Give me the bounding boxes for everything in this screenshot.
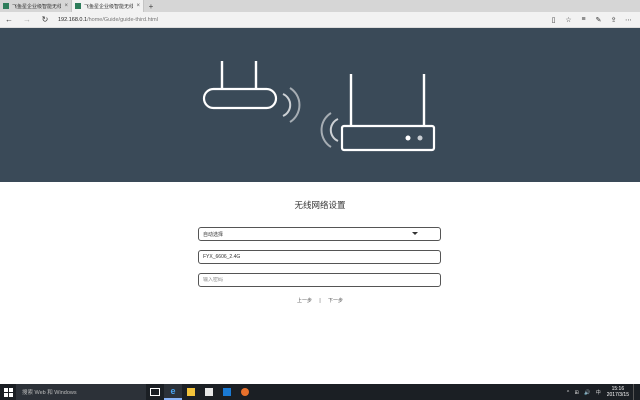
- app-icon: [223, 388, 231, 396]
- back-button[interactable]: ←: [0, 12, 18, 28]
- step-navigation: 上一步 | 下一步: [0, 297, 640, 304]
- share-button[interactable]: ⇪: [606, 12, 621, 28]
- tray-icons[interactable]: ^ ⊞ 🔊 中: [567, 389, 603, 396]
- back-icon: ←: [5, 15, 13, 24]
- more-icon: ⋯: [625, 16, 632, 24]
- taskbar: 搜索 Web 和 Windows e ^ ⊞ 🔊 中 15:16 2017/3/…: [0, 384, 640, 400]
- page-title: 无线网络设置: [294, 200, 346, 210]
- system-tray: ^ ⊞ 🔊 中 15:16 2017/3/15: [567, 384, 640, 400]
- firefox-icon: [241, 388, 249, 396]
- router-wifi-icon: [202, 61, 436, 152]
- file-explorer-taskbar-button[interactable]: [182, 384, 200, 400]
- prev-step-link[interactable]: 上一步: [297, 298, 312, 304]
- app-taskbar-button[interactable]: [218, 384, 236, 400]
- close-tab-icon[interactable]: ×: [133, 3, 143, 9]
- task-view-button[interactable]: [146, 384, 164, 400]
- select-value: 自动选择: [203, 231, 224, 238]
- tab-title: 飞鱼星企业级智能无线: [84, 3, 134, 10]
- hub-icon: ≡: [581, 16, 586, 23]
- reading-view-button[interactable]: ▯: [546, 12, 561, 28]
- start-button[interactable]: [0, 384, 16, 400]
- browser-tab-1[interactable]: 飞鱼星企业级智能无线 | 转 ×: [0, 0, 72, 12]
- site-favicon-icon: [3, 3, 9, 9]
- hub-button[interactable]: ≡: [576, 12, 591, 28]
- edge-taskbar-button[interactable]: e: [164, 384, 182, 400]
- notes-button[interactable]: ✎: [591, 12, 606, 28]
- url-path: /home/Guide/guide-third.html: [87, 16, 158, 23]
- tab-title: 飞鱼星企业级智能无线 | 转: [12, 3, 62, 10]
- share-icon: ⇪: [610, 16, 617, 24]
- forward-icon: →: [23, 15, 31, 24]
- taskbar-search[interactable]: 搜索 Web 和 Windows: [16, 384, 146, 400]
- notes-icon: ✎: [595, 16, 602, 24]
- site-favicon-icon: [75, 3, 81, 9]
- search-placeholder: 搜索 Web 和 Windows: [22, 390, 77, 396]
- ssid-field[interactable]: FYX_6606_2.4G: [198, 250, 441, 264]
- chevron-down-icon: [412, 232, 418, 235]
- task-view-icon: [150, 388, 160, 396]
- windows-logo-icon: [3, 387, 13, 397]
- edge-icon: e: [170, 386, 176, 396]
- browser-toolbar: ▯ ☆ ≡ ✎ ⇪ ⋯: [546, 12, 640, 28]
- channel-mode-select[interactable]: 自动选择: [198, 227, 441, 241]
- store-taskbar-button[interactable]: [200, 384, 218, 400]
- address-field[interactable]: 192.168.0.1/home/Guide/guide-third.html: [58, 17, 528, 23]
- store-icon: [205, 388, 213, 396]
- hero-banner: [0, 28, 640, 182]
- file-explorer-icon: [187, 388, 195, 396]
- clock-date: 2017/3/15: [606, 392, 629, 398]
- new-tab-button[interactable]: +: [144, 0, 158, 12]
- firefox-taskbar-button[interactable]: [236, 384, 254, 400]
- show-desktop-button[interactable]: [633, 384, 636, 400]
- separator: |: [319, 298, 321, 304]
- forward-button[interactable]: →: [18, 12, 36, 28]
- favorite-button[interactable]: ☆: [561, 12, 576, 28]
- more-button[interactable]: ⋯: [621, 12, 636, 28]
- reading-view-icon: ▯: [551, 16, 556, 24]
- close-tab-icon[interactable]: ×: [61, 3, 71, 9]
- password-input[interactable]: [203, 277, 440, 283]
- tab-strip: 飞鱼星企业级智能无线 | 转 × 飞鱼星企业级智能无线 × +: [0, 0, 640, 12]
- password-field[interactable]: [198, 273, 441, 287]
- url-host: 192.168.0.1: [58, 16, 88, 23]
- clock[interactable]: 15:16 2017/3/15: [607, 386, 629, 398]
- favorite-star-icon: ☆: [565, 16, 572, 24]
- address-bar-row: ← → ↻ 192.168.0.1/home/Guide/guide-third…: [0, 12, 640, 28]
- refresh-icon: ↻: [41, 15, 49, 24]
- browser-tab-2[interactable]: 飞鱼星企业级智能无线 ×: [72, 0, 144, 12]
- plus-icon: +: [148, 1, 154, 11]
- ssid-value: FYX_6606_2.4G: [203, 254, 241, 260]
- refresh-button[interactable]: ↻: [36, 12, 54, 28]
- next-step-link[interactable]: 下一步: [328, 298, 343, 304]
